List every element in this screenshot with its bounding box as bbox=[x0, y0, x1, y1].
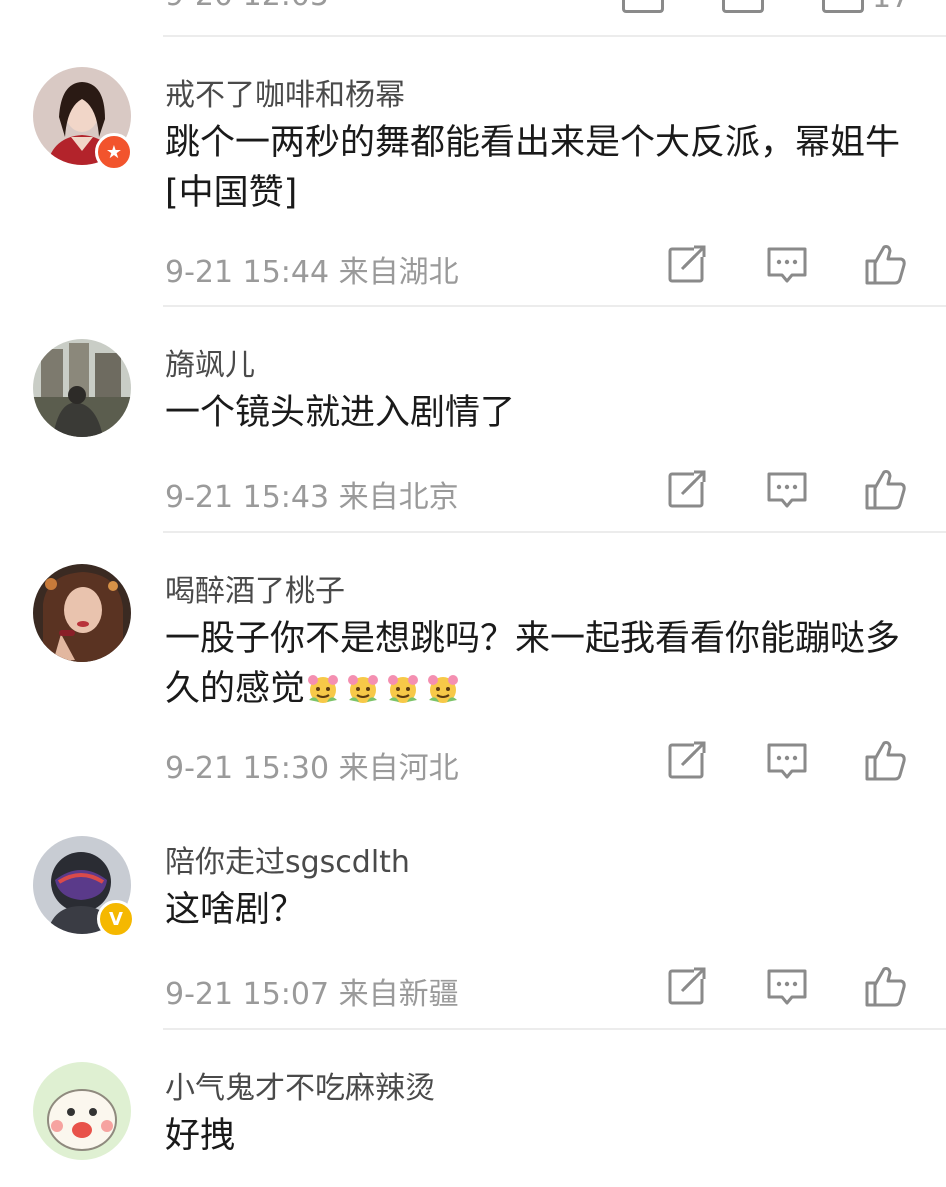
comment-meta: 9-21 15:07 来自新疆 bbox=[165, 969, 459, 1013]
thumbs-up-icon[interactable] bbox=[862, 737, 908, 783]
comment-location: 来自新疆 bbox=[338, 977, 459, 1012]
flower-face-emoji bbox=[348, 675, 379, 703]
share-icon[interactable] bbox=[664, 737, 710, 783]
comment-username[interactable]: 喝醉酒了桃子 bbox=[165, 566, 345, 610]
comment-text: 跳个一两秒的舞都能看出来是个大反派，幂姐牛[中国赞] bbox=[165, 123, 901, 213]
comment-location: 来自湖北 bbox=[338, 255, 459, 290]
divider bbox=[163, 35, 946, 37]
emoji-group bbox=[305, 669, 465, 709]
share-icon[interactable] bbox=[664, 241, 710, 287]
share-icon[interactable] bbox=[664, 466, 710, 512]
verified-badge-icon: ★ bbox=[95, 133, 133, 171]
thumbs-up-icon[interactable] bbox=[822, 0, 864, 13]
avatar[interactable] bbox=[33, 564, 131, 662]
comment-icon[interactable] bbox=[764, 737, 810, 783]
comment-text: 这啥剧？ bbox=[165, 890, 306, 930]
flower-face-emoji bbox=[308, 675, 339, 703]
comment-text: 一个镜头就进入剧情了 bbox=[165, 393, 516, 433]
flower-face-emoji bbox=[388, 675, 419, 703]
comment-icon[interactable] bbox=[764, 466, 810, 512]
comment-username[interactable]: 小气鬼才不吃麻辣烫 bbox=[165, 1063, 435, 1107]
comment-username[interactable]: 戒不了咖啡和杨幂 bbox=[165, 70, 405, 114]
comment-text: 好拽 bbox=[165, 1116, 236, 1156]
thumbs-up-icon[interactable] bbox=[862, 963, 908, 1009]
comment-meta: 9-21 15:30 来自河北 bbox=[165, 743, 459, 787]
comment-time: 9-21 15:30 bbox=[165, 751, 330, 786]
comment-location: 来自北京 bbox=[338, 480, 459, 515]
share-icon[interactable] bbox=[664, 963, 710, 1009]
comment-time: 9-21 15:07 bbox=[165, 977, 330, 1012]
previous-meta: 9-20 12:05 bbox=[165, 0, 329, 13]
share-icon[interactable] bbox=[622, 0, 664, 13]
comment-username[interactable]: 旖飒儿 bbox=[165, 340, 255, 384]
divider bbox=[163, 1028, 946, 1030]
comment-time: 9-21 15:43 bbox=[165, 480, 330, 515]
avatar[interactable] bbox=[33, 339, 131, 437]
verified-badge-icon: V bbox=[97, 900, 135, 938]
comment-time: 9-21 15:44 bbox=[165, 255, 330, 290]
avatar[interactable] bbox=[33, 1062, 131, 1160]
previous-like-count: 17 bbox=[872, 0, 910, 15]
comment-location: 来自河北 bbox=[338, 751, 459, 786]
thumbs-up-icon[interactable] bbox=[862, 241, 908, 287]
comment-icon[interactable] bbox=[764, 963, 810, 1009]
comment-meta: 9-21 15:43 来自北京 bbox=[165, 472, 459, 516]
comment-icon[interactable] bbox=[764, 241, 810, 287]
comment-username[interactable]: 陪你走过sgscdlth bbox=[165, 837, 410, 881]
divider bbox=[163, 305, 946, 307]
flower-face-emoji bbox=[428, 675, 459, 703]
comment-text-content: 一股子你不是想跳吗？来一起我看看你能蹦哒多久的感觉 bbox=[165, 619, 901, 709]
divider bbox=[163, 531, 946, 533]
comment-icon[interactable] bbox=[722, 0, 764, 13]
previous-comment-strip: 9-20 12:05 17 bbox=[0, 0, 946, 36]
thumbs-up-icon[interactable] bbox=[862, 466, 908, 512]
comment-text: 一股子你不是想跳吗？来一起我看看你能蹦哒多久的感觉 bbox=[165, 614, 925, 714]
comment-meta: 9-21 15:44 来自湖北 bbox=[165, 247, 459, 291]
